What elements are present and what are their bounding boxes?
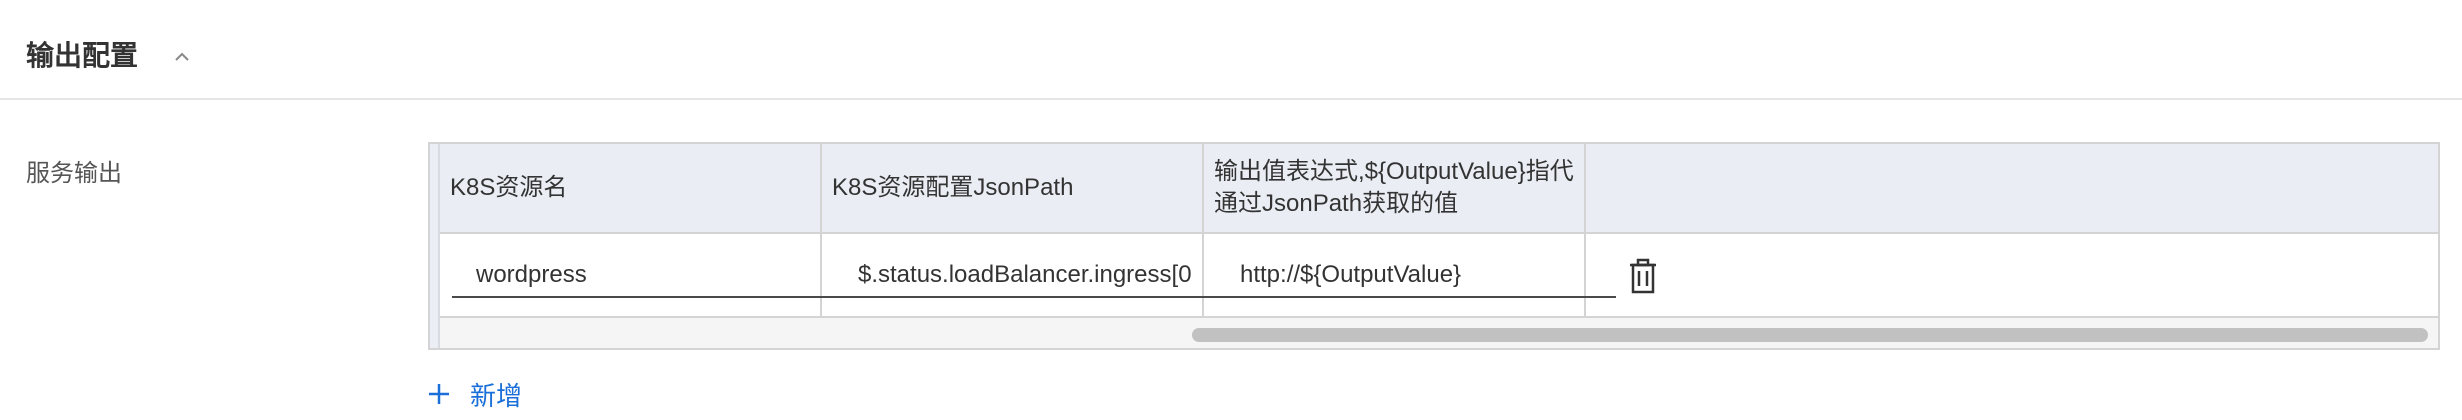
column-header-json-path: K8S资源配置JsonPath bbox=[822, 144, 1204, 232]
service-output-label: 服务输出 bbox=[26, 160, 122, 187]
add-row-label: 新增 bbox=[470, 380, 523, 411]
cell-json-path bbox=[822, 234, 1234, 316]
cell-resource-name bbox=[440, 234, 852, 316]
horizontal-scrollbar[interactable] bbox=[440, 318, 2438, 348]
cell-actions bbox=[1586, 234, 2438, 316]
column-header-resource-name: K8S资源名 bbox=[440, 144, 822, 232]
output-config-header: 输出配置 bbox=[0, 0, 2462, 100]
trash-icon[interactable] bbox=[1628, 258, 1658, 294]
table-row bbox=[440, 234, 2438, 318]
table-header-row: K8S资源名 K8S资源配置JsonPath 输出值表达式,${OutputVa… bbox=[440, 144, 2438, 234]
scrollbar-thumb[interactable] bbox=[1192, 328, 2428, 342]
json-path-input[interactable] bbox=[834, 254, 1234, 298]
cell-output-expression bbox=[1204, 234, 1616, 316]
column-header-output-expression: 输出值表达式,${OutputValue}指代通过JsonPath获取的值 bbox=[1204, 144, 1586, 232]
output-expression-input[interactable] bbox=[1216, 254, 1616, 298]
table-left-rail bbox=[430, 144, 440, 348]
add-row-button[interactable]: 新增 bbox=[428, 374, 522, 414]
plus-icon bbox=[429, 384, 449, 404]
service-output-table: K8S资源名 K8S资源配置JsonPath 输出值表达式,${OutputVa… bbox=[428, 142, 2440, 350]
section-title: 输出配置 bbox=[26, 40, 139, 71]
chevron-up-icon[interactable] bbox=[172, 50, 192, 64]
column-header-actions bbox=[1586, 144, 2438, 232]
resource-name-input[interactable] bbox=[452, 254, 852, 298]
